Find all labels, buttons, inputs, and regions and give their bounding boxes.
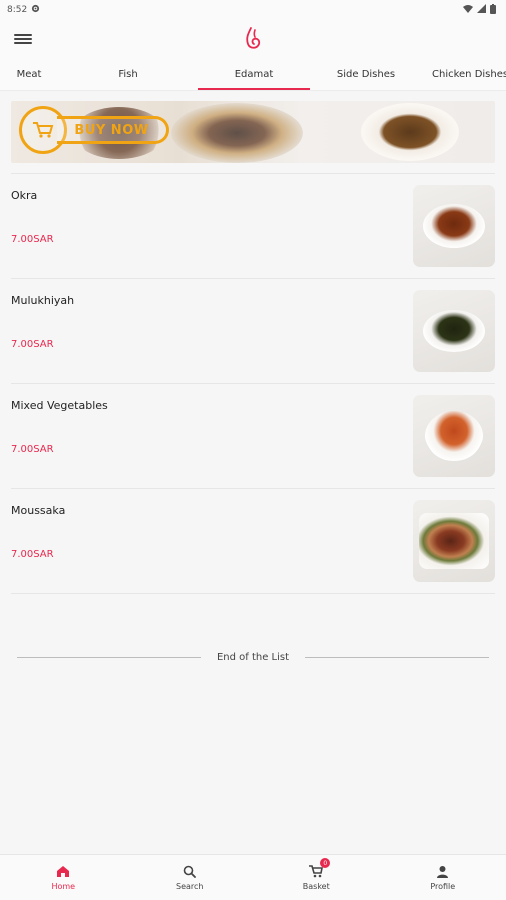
nav-home[interactable]: Home [0, 855, 127, 900]
battery-icon [490, 3, 496, 17]
signal-icon [477, 4, 486, 16]
tab-label: Fish [118, 68, 138, 80]
item-name: Mixed Vegetables [11, 399, 108, 412]
item-price: 7.00SAR [11, 234, 54, 245]
tab-fish[interactable]: Fish [58, 58, 198, 90]
tab-label: Side Dishes [336, 68, 396, 80]
app-bar [0, 20, 506, 58]
item-name: Okra [11, 189, 38, 202]
search-icon [183, 865, 197, 880]
buy-now-button[interactable]: BUY NOW [19, 106, 169, 154]
nav-label: Home [51, 881, 76, 891]
item-image-mixed-vegetables[interactable] [413, 395, 495, 477]
list-item[interactable]: Mulukhiyah 7.00SAR [11, 279, 495, 384]
profile-icon [436, 865, 449, 880]
tab-side-dishes[interactable]: Side Dishes [310, 58, 422, 90]
item-price: 7.00SAR [11, 444, 54, 455]
tab-label: Chicken Dishes Wi [432, 68, 506, 80]
nav-label: Basket [302, 881, 330, 891]
item-image-moussaka[interactable] [413, 500, 495, 582]
wifi-icon [463, 4, 473, 16]
item-price: 7.00SAR [11, 549, 54, 560]
list-item[interactable]: Moussaka 7.00SAR [11, 489, 495, 594]
promo-banner[interactable]: BUY NOW [11, 101, 495, 163]
buy-now-label: BUY NOW [74, 122, 149, 138]
nav-label: Search [176, 881, 204, 891]
tab-chicken-dishes[interactable]: Chicken Dishes Wi [422, 58, 506, 90]
item-name: Moussaka [11, 504, 66, 517]
list-item[interactable]: Okra 7.00SAR [11, 174, 495, 279]
home-icon [56, 865, 70, 880]
menu-icon[interactable] [14, 32, 32, 46]
tab-label: Edamat [234, 68, 274, 80]
banner-dish-image [171, 103, 303, 163]
settings-icon [31, 4, 40, 16]
status-time: 8:52 [7, 5, 28, 15]
item-image-mulukhiyah[interactable] [413, 290, 495, 372]
tab-meat[interactable]: Meat [0, 58, 58, 90]
item-name: Mulukhiyah [11, 294, 75, 307]
nav-search[interactable]: Search [127, 855, 254, 900]
divider [17, 657, 201, 658]
list-item[interactable]: Mixed Vegetables 7.00SAR [11, 384, 495, 489]
brand-logo [242, 26, 264, 56]
tab-label: Meat [16, 68, 42, 80]
item-image-okra[interactable] [413, 185, 495, 267]
divider [305, 657, 490, 658]
nav-label: Profile [430, 881, 456, 891]
end-of-list-label: End of the List [216, 652, 290, 663]
status-bar: 8:52 [0, 0, 506, 20]
nav-basket[interactable]: 0 Basket [253, 855, 380, 900]
banner-dish-image [361, 103, 459, 161]
end-of-list: End of the List [17, 652, 490, 663]
tab-edamat[interactable]: Edamat [198, 58, 310, 90]
item-price: 7.00SAR [11, 339, 54, 350]
category-tabs: Meat Fish Edamat Side Dishes Chicken Dis… [0, 58, 506, 91]
basket-count-badge: 0 [320, 858, 331, 868]
bottom-nav: Home Search 0 Basket Profile [0, 854, 506, 900]
nav-profile[interactable]: Profile [380, 855, 506, 900]
main-content: BUY NOW Okra 7.00SAR Mulukhiyah 7.00SAR … [0, 101, 506, 663]
